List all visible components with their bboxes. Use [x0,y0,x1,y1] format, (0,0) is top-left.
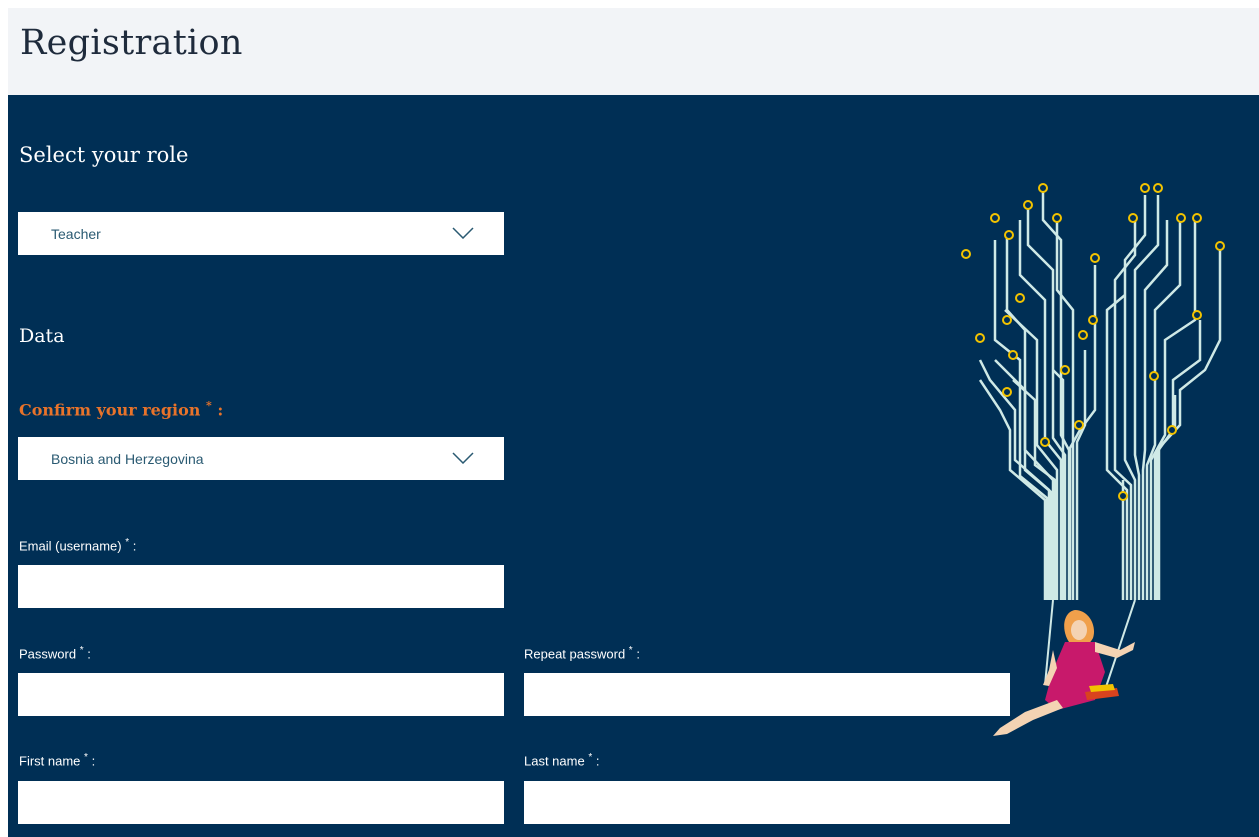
role-select-value: Teacher [51,226,101,242]
role-select[interactable]: Teacher [18,212,504,255]
swing-girl [993,599,1136,736]
required-marker: * [628,645,633,656]
swing-illustration [961,183,1225,736]
role-section-title: Select your role [19,143,189,167]
required-marker: * [588,752,593,763]
label-colon: : [217,400,224,420]
page-title: Registration [20,23,243,63]
password-field[interactable] [18,673,504,716]
label-colon: : [132,538,137,554]
email-label-text: Email (username) [19,538,122,554]
email-label: Email (username) * : [19,537,136,553]
label-colon: : [91,753,96,769]
region-label-text: Confirm your region [19,400,201,420]
label-colon: : [87,646,91,662]
last-name-label: Last name * : [524,752,599,768]
region-select[interactable]: Bosnia and Herzegovina [18,437,504,480]
page-header: Registration [8,8,1259,95]
label-colon: : [636,646,640,662]
circuit-wires [978,190,1222,600]
region-select-value: Bosnia and Herzegovina [51,451,204,467]
password-label-text: Password [19,646,77,662]
first-name-label-text: First name [19,753,81,769]
required-marker: * [205,399,212,412]
last-name-label-text: Last name [524,753,585,769]
required-marker: * [125,537,130,548]
email-field[interactable] [18,565,504,608]
circuit-nodes [961,183,1225,501]
region-label: Confirm your region * : [19,399,223,419]
label-colon: : [595,753,600,769]
last-name-field[interactable] [524,781,1010,824]
chevron-down-icon [452,227,474,239]
first-name-field[interactable] [18,781,504,824]
password-label: Password * : [19,645,91,661]
repeat-password-field[interactable] [524,673,1010,716]
chevron-down-icon [452,452,474,464]
first-name-label: First name * : [19,752,95,768]
repeat-password-label-text: Repeat password [524,646,626,662]
repeat-password-label: Repeat password * : [524,645,640,661]
data-section-title: Data [19,325,65,347]
required-marker: * [84,752,88,763]
required-marker: * [79,645,84,656]
